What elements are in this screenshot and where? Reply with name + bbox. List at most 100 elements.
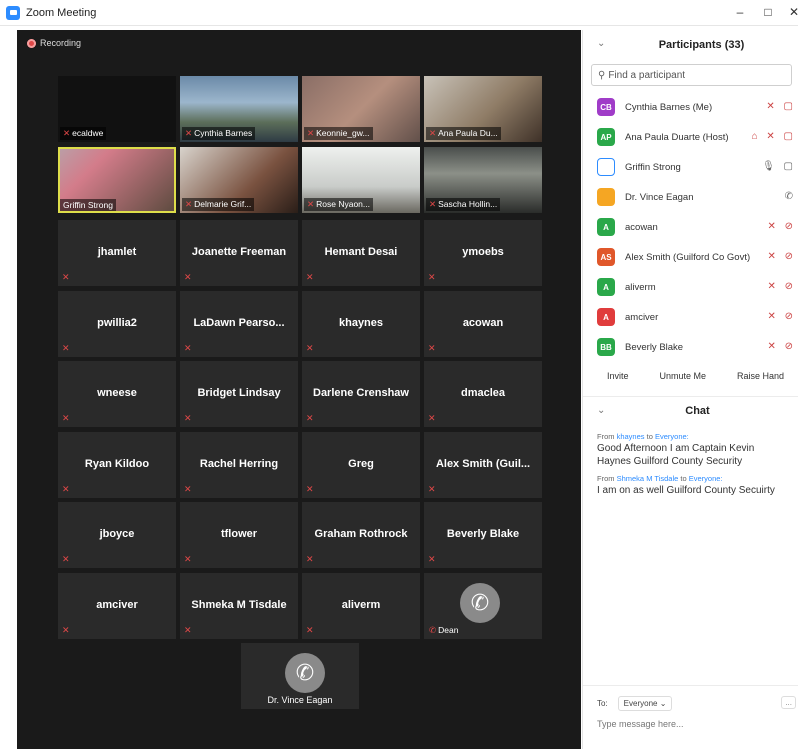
video-tile[interactable]: amciver ✕ bbox=[58, 573, 176, 639]
video-tile[interactable]: Ryan Kildoo ✕ bbox=[58, 432, 176, 498]
video-tile[interactable]: Shmeka M Tisdale ✕ bbox=[180, 573, 298, 639]
video-tile[interactable]: ✕ Ana Paula Du... bbox=[424, 76, 542, 142]
video-tile[interactable]: ✕ Sascha Hollin... bbox=[424, 147, 542, 213]
participant-name: Shmeka M Tisdale bbox=[191, 599, 287, 611]
participant-row[interactable]: Aacowan ✕ ⊘ bbox=[583, 212, 798, 242]
sender-name: khaynes bbox=[616, 432, 645, 441]
participant-search-input[interactable]: ⚲ Find a participant bbox=[591, 64, 792, 86]
chevron-down-icon[interactable]: ⌄ bbox=[597, 405, 605, 416]
participant-status-icons[interactable]: ✕ ⊘ bbox=[767, 341, 796, 352]
participant-row[interactable]: Aamciver ✕ ⊘ bbox=[583, 302, 798, 332]
video-tile[interactable]: tflower ✕ bbox=[180, 502, 298, 568]
video-tile[interactable]: wneese ✕ bbox=[58, 361, 176, 427]
chevron-down-icon[interactable]: ⌄ bbox=[597, 38, 605, 49]
video-tile[interactable]: jhamlet ✕ bbox=[58, 220, 176, 286]
participant-status-icons[interactable]: ✕ ⊘ bbox=[767, 311, 796, 322]
more-options-button[interactable]: ... bbox=[781, 696, 796, 709]
mic-muted-icon: ✕ bbox=[306, 484, 314, 494]
video-tile[interactable]: Darlene Crenshaw ✕ bbox=[302, 361, 420, 427]
participant-status-icons[interactable]: 🎙 ▢ bbox=[762, 161, 796, 172]
video-tile[interactable]: ✆ ✆ Dean bbox=[424, 573, 542, 639]
participant-name: Dean bbox=[438, 625, 459, 635]
participant-status-icons[interactable]: ✆ bbox=[785, 191, 796, 202]
participant-name: Sascha Hollin... bbox=[438, 199, 498, 209]
mic-muted-icon: ✕ bbox=[184, 554, 192, 564]
video-tile[interactable]: pwillia2 ✕ bbox=[58, 291, 176, 357]
participant-row[interactable]: AS Alex Smith (Guilford Co Govt) ✕ ⊘ bbox=[583, 242, 798, 272]
sender-name: Shmeka M Tisdale bbox=[616, 474, 679, 483]
video-tile[interactable]: Rachel Herring ✕ bbox=[180, 432, 298, 498]
video-tile[interactable]: ✕ Keonnie_gw... bbox=[302, 76, 420, 142]
chat-message-input[interactable]: Type message here... bbox=[597, 719, 798, 729]
video-tile[interactable]: Alex Smith (Guil... ✕ bbox=[424, 432, 542, 498]
participant-status-icons[interactable]: ✕ ⊘ bbox=[767, 281, 796, 292]
participant-row[interactable]: AP Ana Paula Duarte (Host) ⌂ ✕ ▢ bbox=[583, 122, 798, 152]
close-button[interactable]: ✕ bbox=[784, 5, 798, 19]
video-tile[interactable]: ✕ Delmarie Grif... bbox=[180, 147, 298, 213]
video-tile[interactable]: ✆ Dr. Vince Eagan bbox=[241, 643, 359, 709]
avatar: BB bbox=[597, 338, 615, 356]
video-tile[interactable]: ymoebs ✕ bbox=[424, 220, 542, 286]
mic-muted-icon: ✕ bbox=[428, 272, 436, 282]
mic-muted-icon: ✕ bbox=[306, 343, 314, 353]
participant-name-label: ✕ ecaldwe bbox=[60, 127, 107, 140]
video-tile[interactable]: Bridget Lindsay ✕ bbox=[180, 361, 298, 427]
video-tile[interactable]: ✕ Cynthia Barnes bbox=[180, 76, 298, 142]
mic-muted-icon: ✕ bbox=[428, 343, 436, 353]
video-tile[interactable]: LaDawn Pearso... ✕ bbox=[180, 291, 298, 357]
maximize-button[interactable]: □ bbox=[758, 5, 778, 19]
video-tile[interactable]: Griffin Strong bbox=[58, 147, 176, 213]
video-tile[interactable]: Beverly Blake ✕ bbox=[424, 502, 542, 568]
video-tile[interactable]: Joanette Freeman ✕ bbox=[180, 220, 298, 286]
avatar: AS bbox=[597, 248, 615, 266]
mic-muted-icon: ✕ bbox=[184, 625, 192, 635]
participant-name: aliverm bbox=[341, 599, 381, 611]
video-tile[interactable]: ✕ Rose Nyaon... bbox=[302, 147, 420, 213]
video-gallery: Recording ✕ ecaldwe ✕ Cynthia Barnes ✕ Keonni… bbox=[17, 30, 581, 749]
participant-row[interactable]: CB Cynthia Barnes (Me) ✕ ▢ bbox=[583, 92, 798, 122]
recipient-select[interactable]: Everyone ⌄ bbox=[617, 696, 673, 711]
recipient-name: Everyone: bbox=[654, 432, 689, 441]
participant-name-label: ✆ Dean bbox=[426, 624, 461, 637]
video-tile[interactable]: acowan ✕ bbox=[424, 291, 542, 357]
participant-row[interactable]: BB Beverly Blake ✕ ⊘ bbox=[583, 332, 798, 362]
participant-status-icons[interactable]: ✕ ▢ bbox=[766, 101, 796, 112]
participant-row[interactable]: Aaliverm ✕ ⊘ bbox=[583, 272, 798, 302]
video-tile[interactable]: khaynes ✕ bbox=[302, 291, 420, 357]
participant-status-icons[interactable]: ✕ ⊘ bbox=[767, 221, 796, 232]
raise-hand-button[interactable]: Raise Hand bbox=[729, 368, 792, 384]
mic-muted-icon: ✕ bbox=[428, 484, 436, 494]
video-tile[interactable]: Graham Rothrock ✕ bbox=[302, 502, 420, 568]
participant-status-icons[interactable]: ✕ ⊘ bbox=[767, 251, 796, 262]
participant-row[interactable]: Griffin Strong 🎙 ▢ bbox=[583, 152, 798, 182]
participant-name-label: ✕ Keonnie_gw... bbox=[304, 127, 373, 140]
video-tile[interactable]: Greg ✕ bbox=[302, 432, 420, 498]
mic-muted-icon: ✕ bbox=[184, 272, 192, 282]
chat-message-meta: From khaynes to Everyone: bbox=[597, 432, 788, 441]
participant-status-icons[interactable]: ⌂ ✕ ▢ bbox=[752, 131, 796, 142]
chat-meta-text: to bbox=[646, 432, 653, 441]
unmute-me-button[interactable]: Unmute Me bbox=[651, 368, 714, 384]
avatar: A bbox=[597, 218, 615, 236]
video-tile[interactable]: aliverm ✕ bbox=[302, 573, 420, 639]
invite-button[interactable]: Invite bbox=[599, 368, 637, 384]
participant-name-label: Griffin Strong bbox=[60, 199, 116, 211]
participant-name: Bridget Lindsay bbox=[197, 387, 281, 399]
participants-header: ⌄ Participants (33) bbox=[583, 30, 798, 60]
participant-name: tflower bbox=[220, 528, 258, 540]
video-tile[interactable]: Hemant Desai ✕ bbox=[302, 220, 420, 286]
video-tile[interactable]: jboyce ✕ bbox=[58, 502, 176, 568]
participant-row[interactable]: Dr. Vince Eagan ✆ bbox=[583, 182, 798, 212]
video-tile[interactable]: ✕ ecaldwe bbox=[58, 76, 176, 142]
recipient-value: Everyone bbox=[623, 699, 658, 708]
search-placeholder: Find a participant bbox=[608, 69, 686, 81]
recording-label: Recording bbox=[40, 38, 82, 48]
recipient-name: Everyone: bbox=[688, 474, 723, 483]
chat-header: ⌄ Chat bbox=[583, 396, 798, 426]
minimize-button[interactable]: – bbox=[730, 5, 750, 19]
participant-name-label: ✕ Delmarie Grif... bbox=[182, 198, 255, 211]
chat-title: Chat bbox=[685, 405, 710, 417]
video-tile[interactable]: dmaclea ✕ bbox=[424, 361, 542, 427]
participant-name: acowan bbox=[462, 317, 504, 329]
mic-muted-icon: ✕ bbox=[185, 128, 193, 138]
